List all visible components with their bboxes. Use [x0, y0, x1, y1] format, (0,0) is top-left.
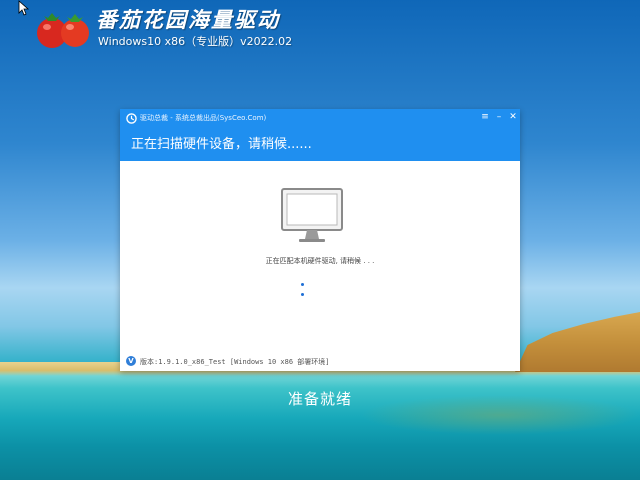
logo-title: 番茄花园海量驱动 [96, 8, 280, 32]
scan-heading: 正在扫描硬件设备，请稍候...... [131, 137, 312, 152]
scan-status-text: 正在匹配本机硬件驱动, 请稍候 . . . [265, 257, 375, 265]
mouse-cursor-icon [18, 0, 30, 16]
desert-cliff [515, 312, 640, 372]
version-text: 版本:1.9.1.0_x86_Test [Windows 10 x86 部署环境… [140, 358, 330, 366]
logo-subtitle: Windows10 x86（专业版）v2022.02 [98, 35, 293, 48]
minimize-button[interactable]: – [493, 111, 505, 123]
version-icon: V [126, 356, 136, 366]
driver-installer-window: 驱动总裁 - 系统总裁出品(SysCeo.Com) ≡ – ✕ 正在扫描硬件设备… [120, 109, 520, 371]
tomato-logo-icon [37, 13, 89, 48]
menu-icon[interactable]: ≡ [479, 111, 491, 123]
ready-status-text: 准备就绪 [287, 390, 352, 408]
monitor-icon [281, 188, 343, 242]
window-titlebar[interactable]: 驱动总裁 - 系统总裁出品(SysCeo.Com) ≡ – ✕ 正在扫描硬件设备… [120, 109, 520, 161]
window-title: 驱动总裁 - 系统总裁出品(SysCeo.Com) [140, 114, 267, 122]
app-icon [126, 113, 137, 124]
loading-spinner-dot [301, 283, 304, 286]
window-footer: V 版本:1.9.1.0_x86_Test [Windows 10 x86 部署… [120, 353, 520, 371]
close-button[interactable]: ✕ [507, 111, 519, 123]
loading-spinner-dot [301, 293, 304, 296]
